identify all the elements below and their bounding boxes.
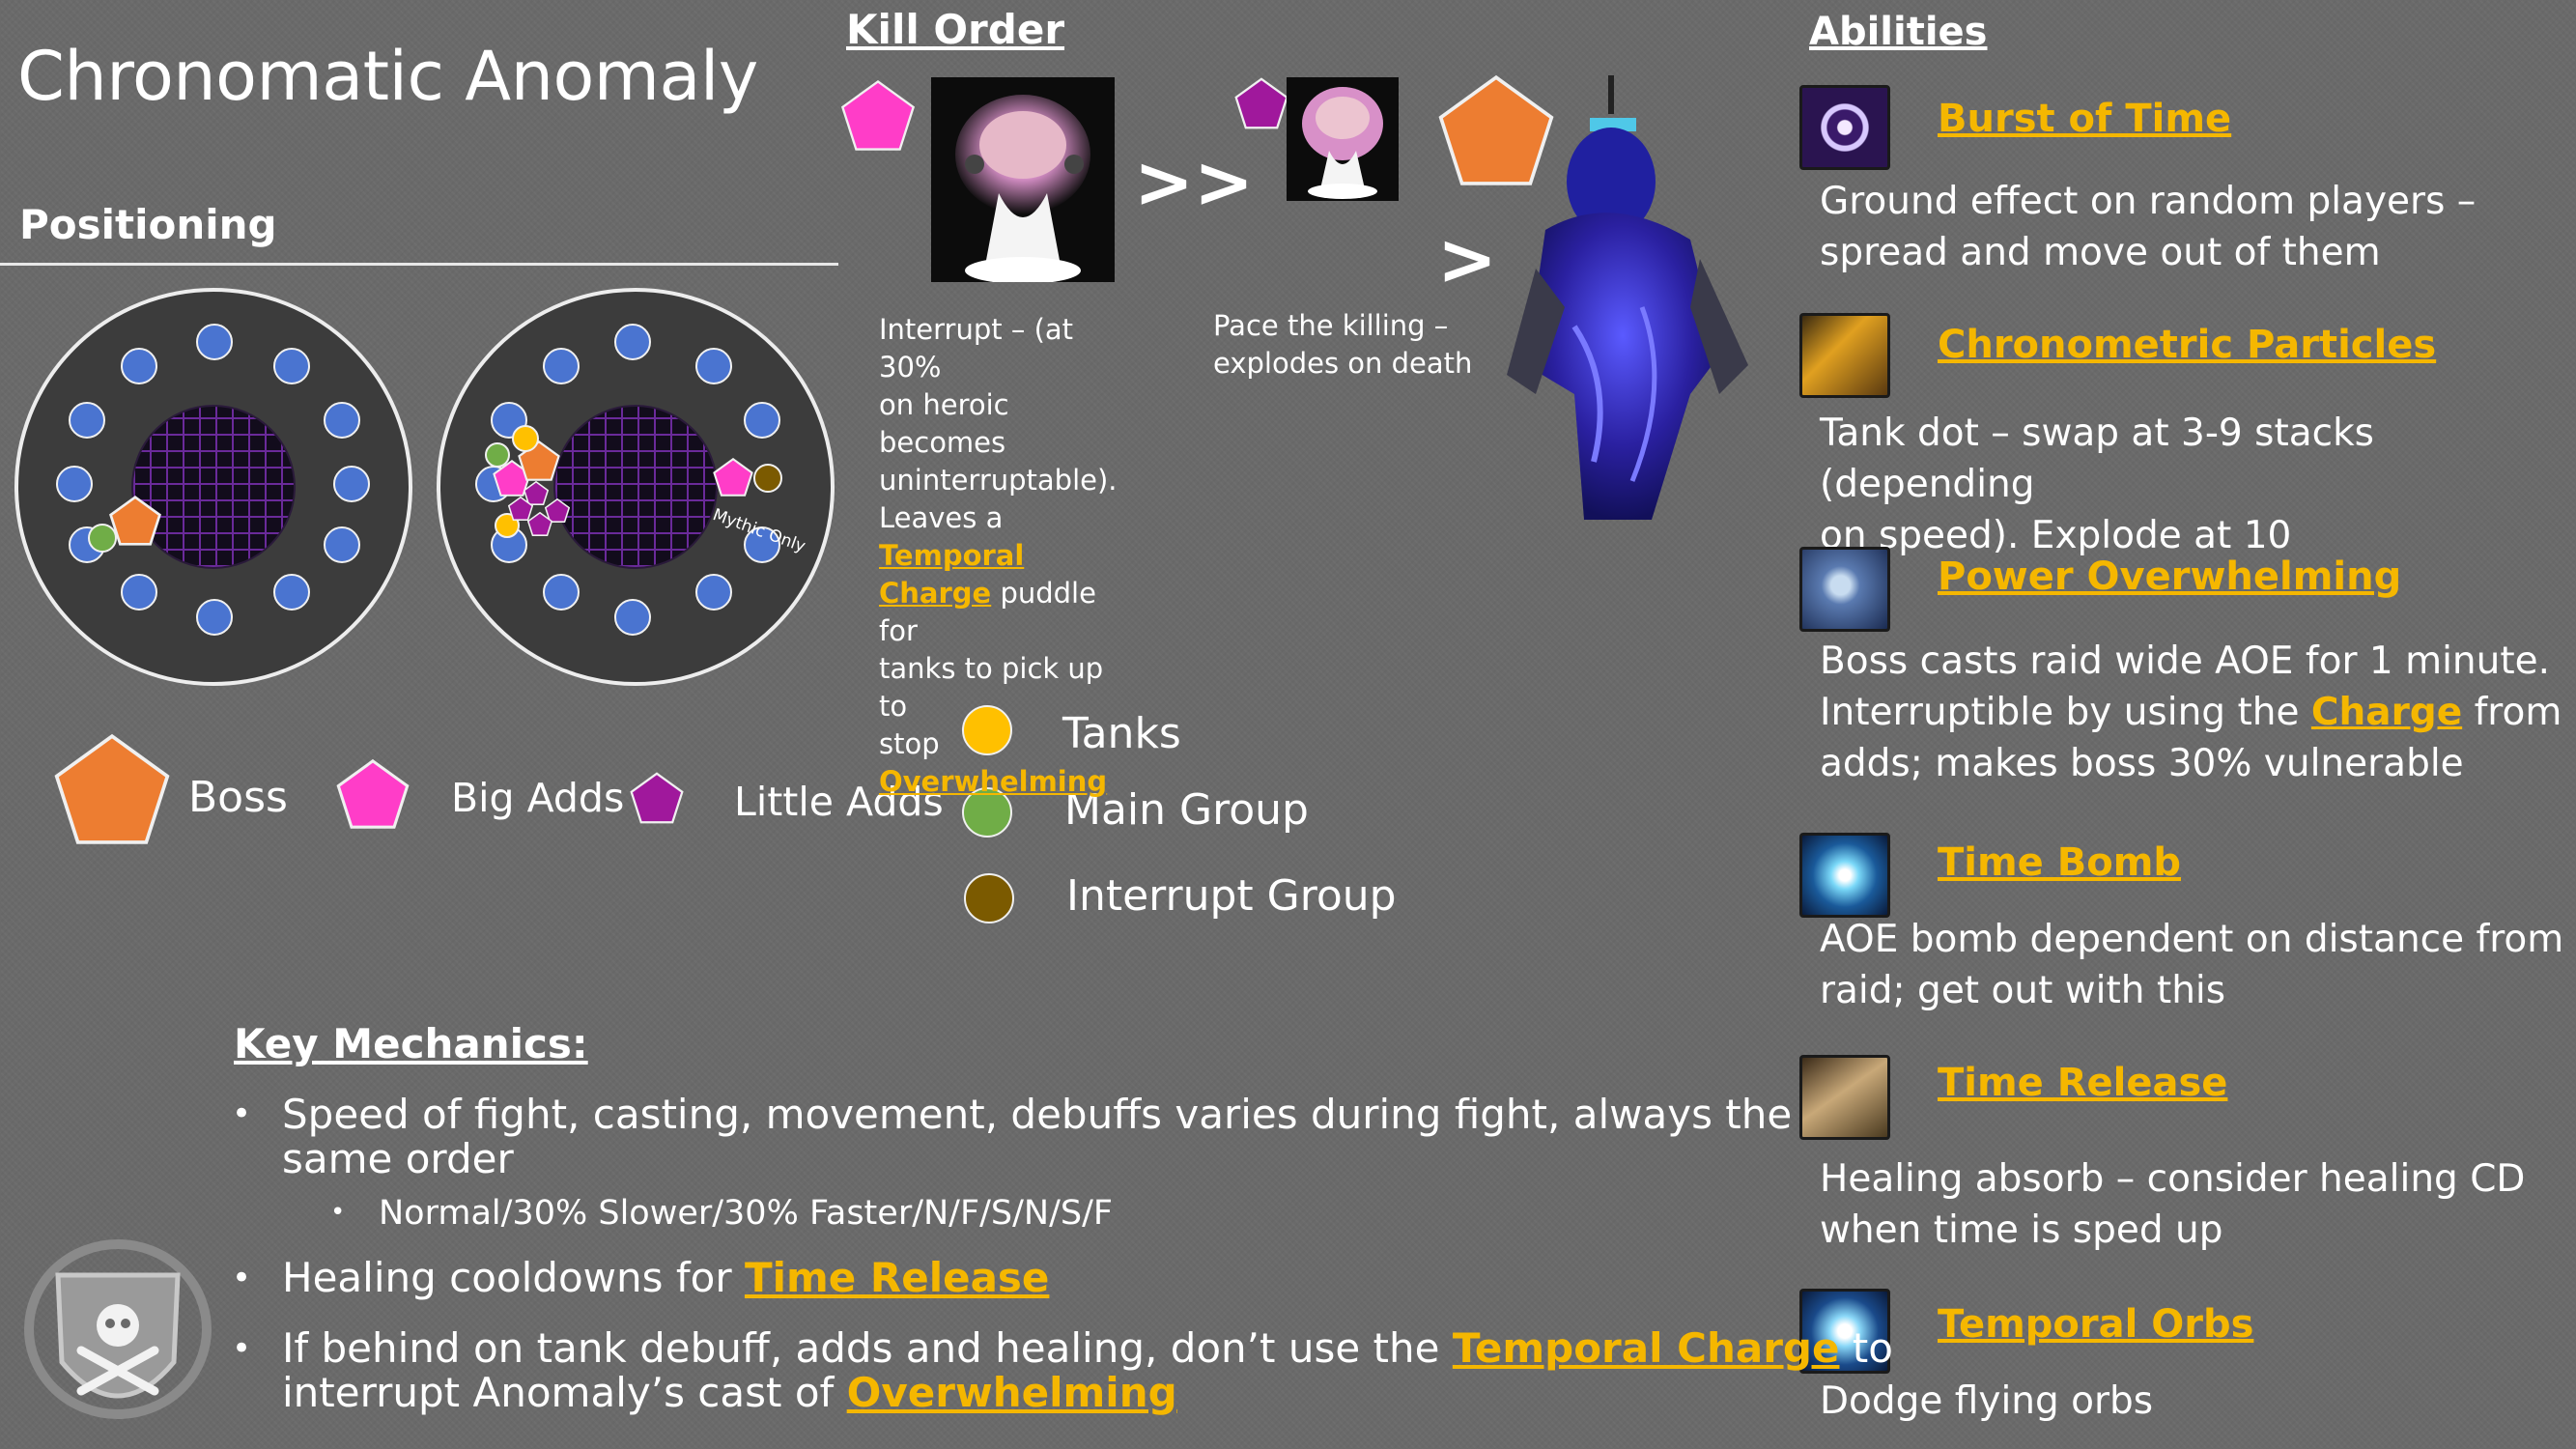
time-release-icon (1799, 1055, 1890, 1140)
legend-little-adds-swatch (630, 772, 684, 824)
raid-member-marker (543, 348, 580, 384)
boss-marker (109, 496, 161, 546)
kill-order-big-add-marker (840, 79, 916, 151)
kill-order-heading: Kill Order (846, 6, 1065, 53)
raid-member-marker (273, 348, 310, 384)
charge-link[interactable]: Charge (2311, 691, 2462, 734)
ability-name-time-bomb[interactable]: Time Bomb (1938, 840, 2181, 885)
time-release-link[interactable]: Time Release (745, 1254, 1049, 1301)
bullet-marker: • (232, 1329, 252, 1368)
big-add-portrait (931, 77, 1115, 282)
bullet-marker: • (330, 1198, 346, 1227)
page-title: Chronomatic Anomaly (17, 37, 758, 116)
bullet-marker: • (232, 1259, 252, 1297)
raid-member-marker (196, 324, 233, 360)
raid-member-marker (695, 348, 732, 384)
overwhelming-link[interactable]: Overwhelming (847, 1369, 1177, 1416)
legend-interrupt-group-swatch (964, 873, 1014, 923)
little-add-caption: Pace the killing – explodes on death (1213, 309, 1473, 380)
raid-member-marker (324, 526, 360, 563)
abilities-heading: Abilities (1809, 10, 1988, 54)
key-mechanic-speed: Speed of fight, casting, movement, debuf… (282, 1091, 1793, 1182)
burst-of-time-icon (1799, 85, 1890, 170)
kill-order-arrow: > (1437, 218, 1498, 301)
temporal-charge-link[interactable]: Charge (879, 577, 991, 610)
chronometric-particles-icon (1799, 313, 1890, 398)
raid-member-marker (695, 574, 732, 611)
section-divider (0, 263, 838, 266)
raid-member-marker (614, 599, 651, 636)
little-add-marker (527, 512, 552, 536)
ability-name-time-release[interactable]: Time Release (1938, 1061, 2227, 1105)
key-mechanic-healing: Healing cooldowns for Time Release (282, 1254, 1050, 1301)
raid-member-marker (121, 348, 157, 384)
key-mechanics-heading: Key Mechanics: (234, 1020, 588, 1067)
ability-desc-power-overwhelming: Boss casts raid wide AOE for 1 minute. I… (1820, 639, 2562, 785)
legend-boss-label: Boss (188, 773, 288, 822)
center-pit (553, 405, 718, 569)
power-overwhelming-icon (1799, 547, 1890, 632)
interrupt-group-marker (753, 464, 782, 493)
key-mechanic-tank-debuff: If behind on tank debuff, adds and heali… (282, 1324, 1893, 1416)
main-group-marker (88, 524, 117, 553)
raid-member-marker (196, 599, 233, 636)
positoning-diagram-mythic: Mythic Only (437, 288, 835, 686)
raid-member-marker (614, 324, 651, 360)
ability-name-chronometric-particles[interactable]: Chronometric Particles (1938, 323, 2436, 367)
boss-portrait (1507, 75, 1748, 520)
ability-desc-chronometric-particles: Tank dot – swap at 3-9 stacks (depending… (1820, 412, 2374, 557)
skull-crossbones-crest-icon (24, 1239, 212, 1419)
time-bomb-icon (1799, 833, 1890, 918)
little-add-portrait (1287, 77, 1399, 201)
positioning-diagram-heroic (14, 288, 412, 686)
kill-order-little-add-marker (1234, 77, 1288, 129)
legend-interrupt-group-label: Interrupt Group (1066, 871, 1397, 921)
raid-member-marker (56, 466, 93, 502)
big-add-caption: Interrupt – (at 30% on heroic becomes un… (879, 313, 1118, 798)
main-group-marker (485, 442, 510, 468)
ability-desc-burst-of-time: Ground effect on random players – spread… (1820, 180, 2477, 274)
ability-desc-time-release: Healing absorb – consider healing CD whe… (1820, 1157, 2526, 1252)
legend-big-adds-swatch (336, 758, 410, 829)
raid-member-marker (333, 466, 370, 502)
ability-name-power-overwhelming[interactable]: Power Overwhelming (1938, 554, 2401, 599)
ability-name-temporal-orbs[interactable]: Temporal Orbs (1938, 1302, 2253, 1347)
raid-member-marker (543, 574, 580, 611)
key-mechanic-speed-order: Normal/30% Slower/30% Faster/N/F/S/N/S/F (379, 1194, 1114, 1233)
legend-big-adds-label: Big Adds (451, 775, 625, 821)
raid-member-marker (324, 402, 360, 439)
overwhelming-link[interactable]: Overwhelming (879, 765, 1107, 798)
temporal-charge-link[interactable]: Temporal Charge (1453, 1324, 1840, 1372)
ability-desc-time-bomb: AOE bomb dependent on distance from raid… (1820, 918, 2564, 1012)
raid-member-marker (121, 574, 157, 611)
temporal-charge-link[interactable]: Temporal (879, 539, 1024, 572)
raid-member-marker (273, 574, 310, 611)
raid-member-marker (744, 402, 780, 439)
raid-member-marker (69, 402, 105, 439)
bullet-marker: • (232, 1094, 252, 1133)
big-add-marker-mythic (713, 458, 753, 497)
kill-order-arrow: >> (1134, 141, 1255, 224)
legend-boss-swatch (54, 733, 170, 844)
ability-name-burst-of-time[interactable]: Burst of Time (1938, 97, 2231, 141)
positioning-heading: Positioning (19, 201, 277, 248)
tank-marker (512, 425, 539, 452)
